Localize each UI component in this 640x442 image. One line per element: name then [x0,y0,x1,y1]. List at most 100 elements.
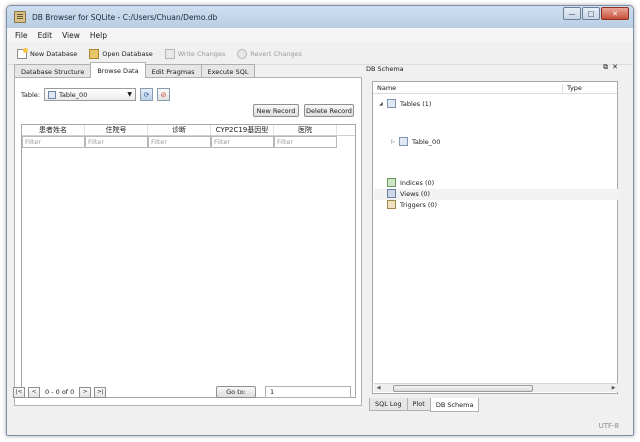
menu-view[interactable]: View [62,31,80,40]
menu-file[interactable]: File [15,31,28,40]
schema-tree[interactable]: Name Type ◢ Tables (1) ▷ Table_00 Indice… [372,81,618,394]
tab-execute-sql[interactable]: Execute SQL [200,64,256,78]
main-tab-panel: Database Structure Browse Data Edit Prag… [14,62,362,406]
tab-db-schema[interactable]: DB Schema [429,398,480,412]
table-select[interactable]: Table_00 ▼ [44,88,136,101]
clear-filter-icon: ⊘ [160,90,167,99]
filter-input[interactable]: Filter [148,136,211,148]
title-bar: DB Browser for SQLite - C:/Users/Chuan/D… [7,6,633,28]
revert-changes-button[interactable]: Revert Changes [237,48,302,59]
chevron-down-icon: ▼ [127,91,132,98]
refresh-button[interactable]: ⟳ [140,88,153,101]
index-icon [387,178,396,187]
type-column-header[interactable]: Type [563,84,582,92]
table-00-node[interactable]: ▷ Table_00 [391,137,440,146]
name-column-header[interactable]: Name [373,83,563,92]
window-title: DB Browser for SQLite - C:/Users/Chuan/D… [32,12,218,22]
app-icon [14,11,26,23]
float-dock-icon[interactable]: ⧉ [603,63,608,72]
indices-label: Indices (0) [400,178,435,187]
column-header[interactable]: 诊断 [148,125,211,135]
filter-row: Filter Filter Filter Filter Filter [22,136,355,148]
filter-input[interactable]: Filter [22,136,85,148]
previous-record-button[interactable]: < [28,386,40,398]
dock-title-label: DB Schema [366,65,404,73]
menu-help[interactable]: Help [90,31,107,40]
revert-changes-icon [237,48,248,59]
selected-table: Table_00 [59,90,88,99]
table-label: Table: [21,90,40,99]
collapsed-arrow-icon: ▷ [391,138,395,145]
delete-record-button[interactable]: Delete Record [304,104,354,117]
go-to-button[interactable]: Go to: [216,386,256,398]
tab-browse-data[interactable]: Browse Data [90,62,146,78]
grid-header: 患者姓名 住院号 诊断 CYP2C19基因型 医院 [22,125,355,136]
new-database-icon [17,47,28,59]
tree-header: Name Type [373,82,617,94]
new-database-label: New Database [30,49,78,58]
first-record-button[interactable]: |< [13,386,25,398]
window-controls: — □ ✕ [563,7,629,20]
column-header[interactable]: 住院号 [85,125,148,135]
scroll-right-icon[interactable]: ▶ [609,385,618,391]
open-folder-icon [89,48,100,59]
expanded-arrow-icon: ◢ [379,100,383,107]
tables-icon [387,99,396,108]
table-icon [48,90,56,99]
scroll-track[interactable] [383,384,609,392]
write-changes-label: Write Changes [177,49,226,58]
filter-input[interactable]: Filter [274,136,337,148]
menu-bar: File Edit View Help [7,28,633,42]
browse-data-panel: Table: Table_00 ▼ ⟳ ⊘ New Record Delete … [14,77,362,406]
filter-input[interactable]: Filter [211,136,274,148]
tab-sql-log[interactable]: SQL Log [369,398,408,411]
record-count: 0 - 0 of 0 [45,388,75,396]
write-changes-icon [164,48,175,59]
scroll-left-icon[interactable]: ◀ [374,385,383,391]
close-button[interactable]: ✕ [601,7,629,20]
scroll-thumb[interactable] [393,384,533,392]
filter-input[interactable]: Filter [85,136,148,148]
tables-label: Tables (1) [400,99,432,108]
tab-edit-pragmas[interactable]: Edit Pragmas [144,64,202,78]
refresh-icon: ⟳ [143,90,150,99]
close-dock-icon[interactable]: ✕ [612,63,618,72]
column-header[interactable]: 患者姓名 [22,125,85,135]
triggers-label: Triggers (0) [400,200,438,209]
tables-node[interactable]: ◢ Tables (1) [379,99,431,108]
column-header[interactable]: CYP2C19基因型 [211,125,274,135]
revert-changes-label: Revert Changes [250,49,302,58]
menu-edit[interactable]: Edit [38,31,53,40]
new-record-button[interactable]: New Record [253,104,299,117]
clear-filters-button[interactable]: ⊘ [157,88,170,101]
record-navigation: |< < 0 - 0 of 0 > >| Go to: 1 [13,385,353,399]
status-bar: UTF-8 [7,419,633,435]
horizontal-scrollbar[interactable]: ◀ ▶ [374,383,618,392]
open-database-button[interactable]: Open Database [89,48,153,59]
dock-controls: ⧉ ✕ [603,63,618,72]
views-node[interactable]: Views (0) [387,189,430,198]
tab-database-structure[interactable]: Database Structure [14,64,92,78]
new-database-button[interactable]: New Database [17,47,78,59]
indices-node[interactable]: Indices (0) [387,178,434,187]
table-selector-row: Table: Table_00 ▼ ⟳ ⊘ [21,88,170,101]
data-grid[interactable]: 患者姓名 住院号 诊断 CYP2C19基因型 医院 Filter Filter … [21,124,356,398]
table-icon [399,137,408,146]
next-record-button[interactable]: > [79,386,92,398]
write-changes-button[interactable]: Write Changes [164,48,226,59]
tab-plot[interactable]: Plot [406,398,431,411]
table-00-label: Table_00 [412,137,441,146]
open-database-label: Open Database [102,49,153,58]
views-label: Views (0) [400,189,431,198]
triggers-node[interactable]: Triggers (0) [387,200,437,209]
go-to-input[interactable]: 1 [265,386,351,398]
trigger-icon [387,200,396,209]
maximize-button[interactable]: □ [582,7,600,20]
minimize-button[interactable]: — [563,7,581,20]
last-record-button[interactable]: >| [94,386,107,398]
dock-tabs: SQL Log Plot DB Schema [369,398,480,412]
column-header[interactable]: 医院 [274,125,337,135]
main-tabs: Database Structure Browse Data Edit Prag… [14,62,256,78]
schema-dock-title: DB Schema ⧉ ✕ [366,63,620,75]
encoding-label: UTF-8 [598,422,619,430]
